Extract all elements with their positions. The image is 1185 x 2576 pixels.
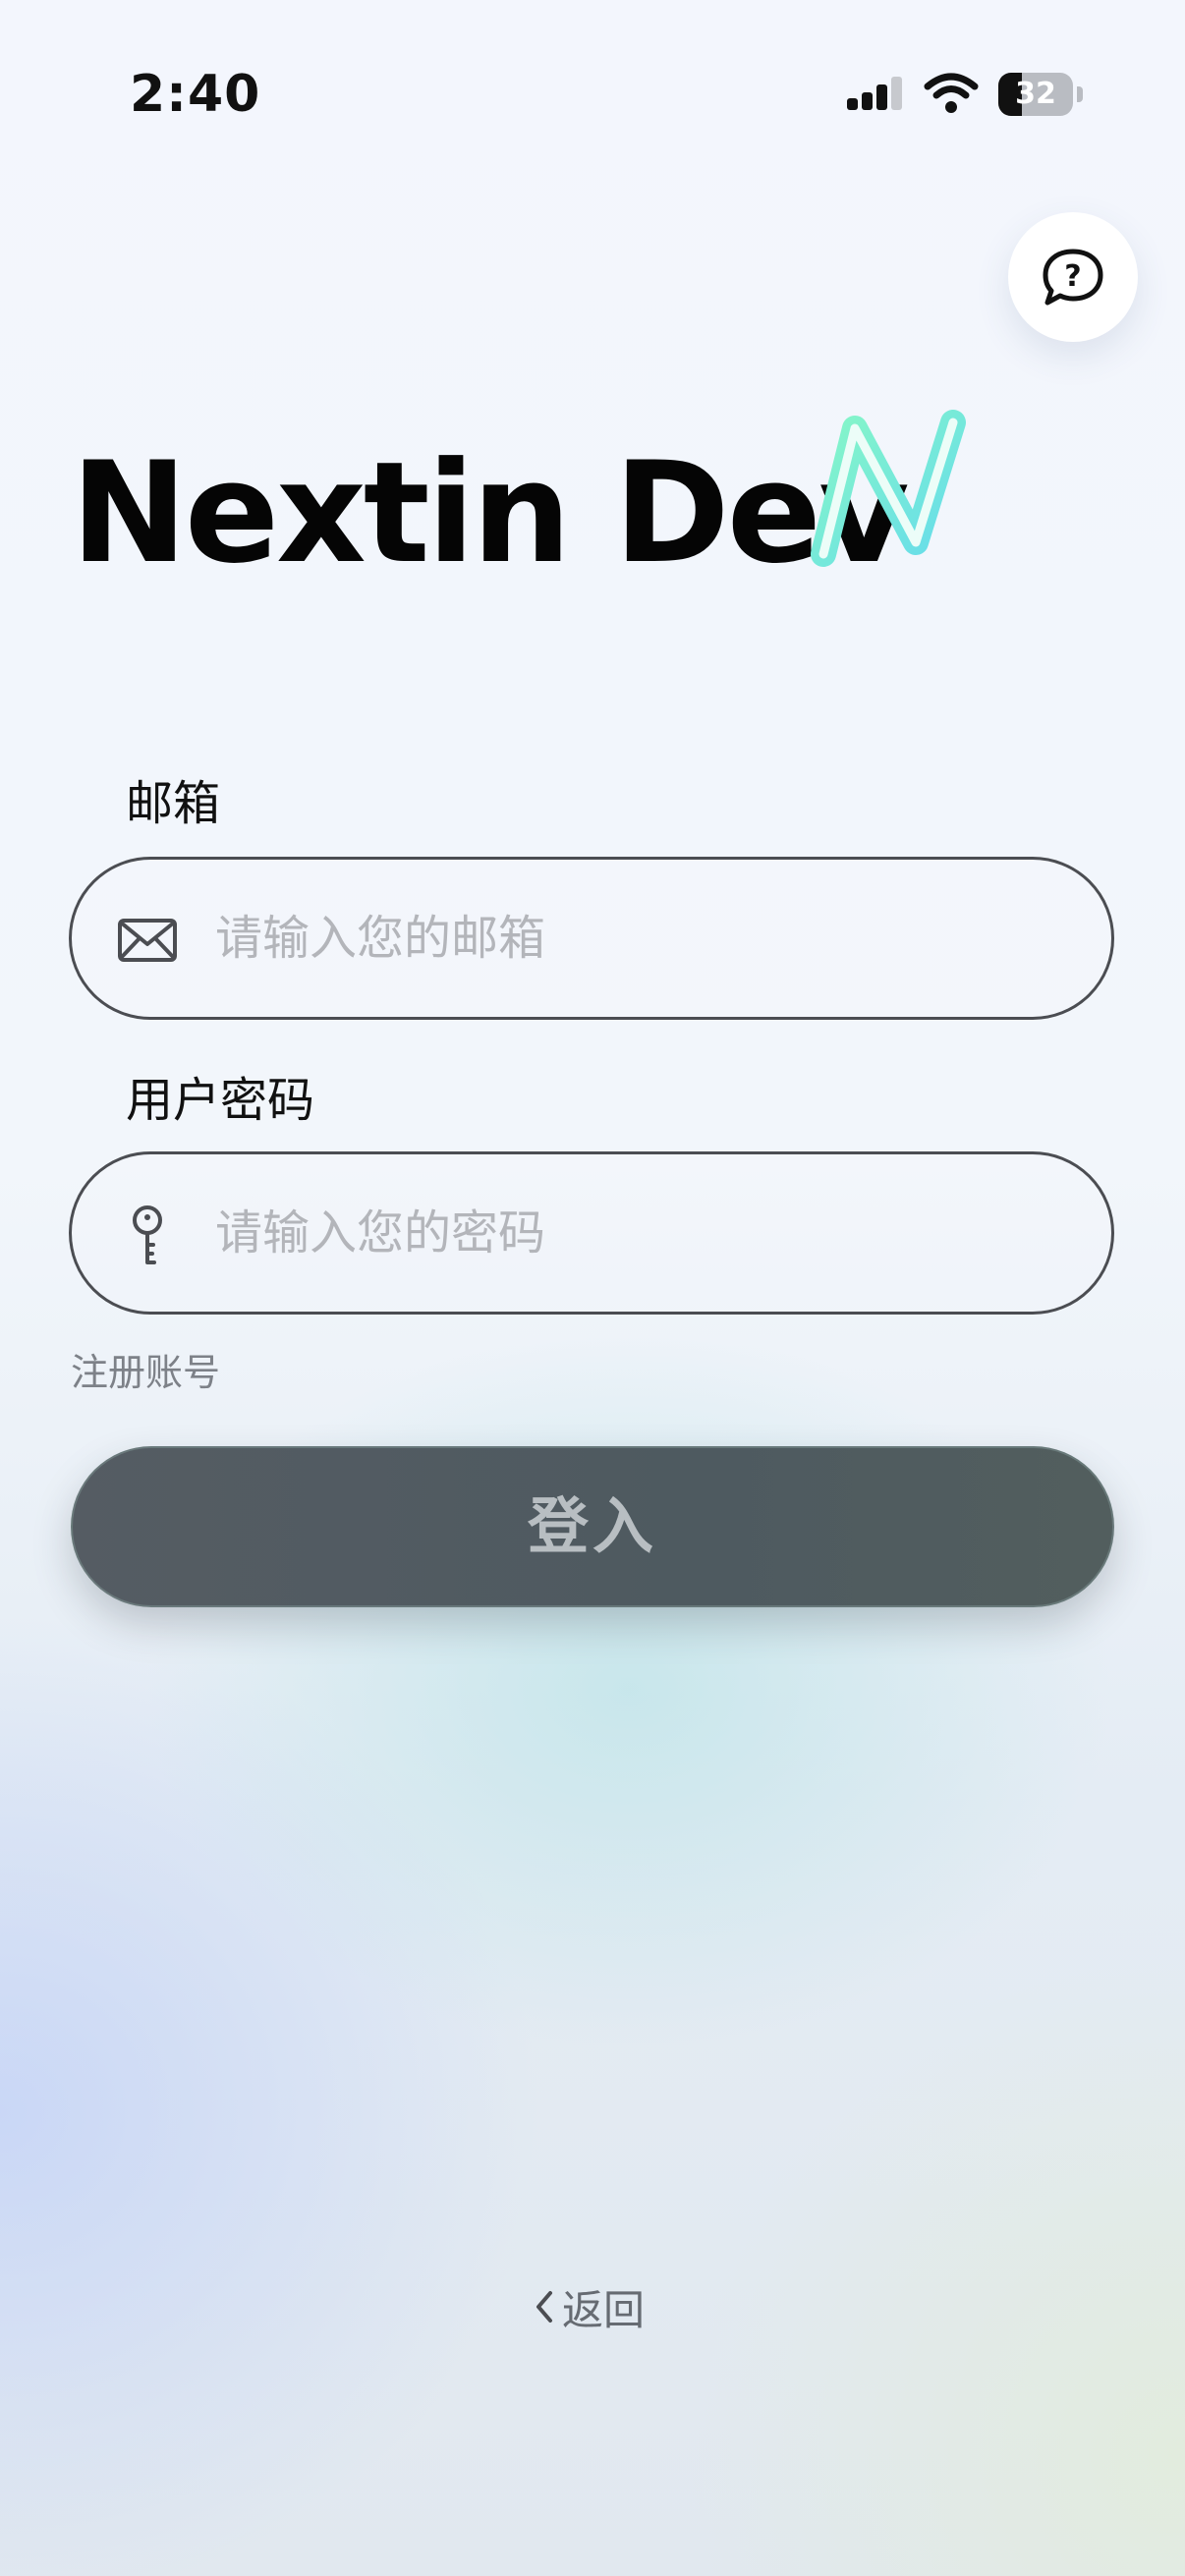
battery-level: 32 bbox=[1015, 77, 1056, 111]
email-input[interactable] bbox=[215, 889, 1060, 987]
email-field[interactable] bbox=[69, 857, 1114, 1020]
mail-icon bbox=[118, 919, 177, 962]
key-icon bbox=[133, 1205, 162, 1264]
email-label: 邮箱 bbox=[126, 776, 221, 831]
battery-indicator: 32 bbox=[998, 73, 1083, 118]
status-time: 2:40 bbox=[130, 65, 261, 124]
help-chat-icon: ? bbox=[1043, 249, 1103, 306]
cellular-signal-icon bbox=[847, 77, 902, 110]
help-button[interactable]: ? bbox=[1008, 212, 1138, 342]
login-button[interactable]: 登入 bbox=[71, 1446, 1114, 1607]
wifi-icon bbox=[924, 73, 979, 113]
register-link[interactable]: 注册账号 bbox=[71, 1348, 220, 1397]
app-title: Nextin Dev bbox=[71, 432, 910, 594]
svg-text:?: ? bbox=[1064, 259, 1081, 294]
nextin-logo bbox=[811, 410, 966, 567]
chevron-left-icon bbox=[536, 2291, 552, 2323]
password-field[interactable] bbox=[69, 1151, 1114, 1315]
back-button[interactable]: 返回 bbox=[533, 2277, 645, 2336]
password-input[interactable] bbox=[215, 1184, 1060, 1282]
back-label: 返回 bbox=[562, 2285, 646, 2334]
password-label: 用户密码 bbox=[126, 1073, 315, 1128]
